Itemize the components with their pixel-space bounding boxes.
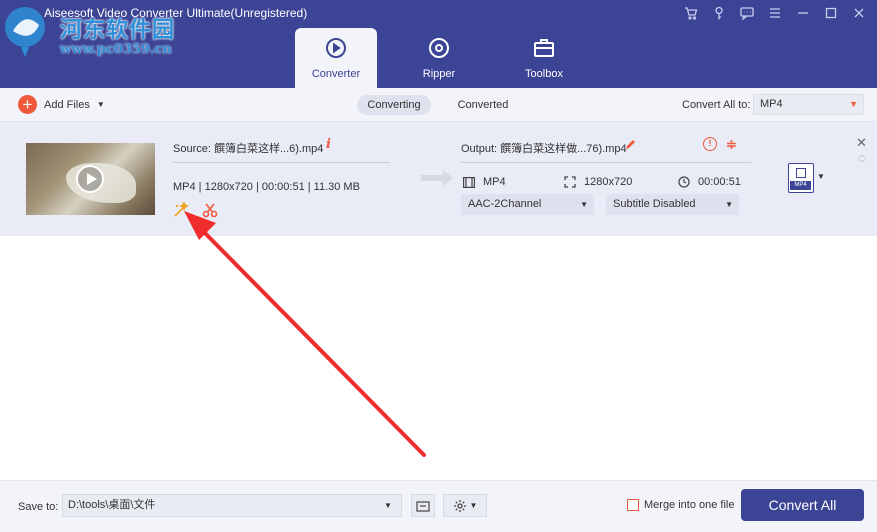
source-meta: MP4 | 1280x720 | 00:00:51 | 11.30 MB (173, 181, 360, 193)
output-format: MP4 (463, 176, 506, 188)
tab-converted[interactable]: Converted (446, 95, 520, 115)
cart-icon[interactable] (679, 4, 703, 22)
source-filename: Source: 饌簿白菜这样...6).mp4 (173, 143, 324, 155)
output-duration-value: 00:00:51 (698, 176, 741, 188)
minimize-icon[interactable] (791, 4, 815, 22)
subtitle-select[interactable]: Subtitle Disabled ▼ (606, 194, 739, 215)
merge-label[interactable]: Merge into one file (644, 499, 735, 511)
bottom-bar: Save to: D:\tools\桌面\文件 ▼ ▼ Merge into o… (0, 480, 877, 532)
convert-all-button[interactable]: Convert All (741, 489, 864, 521)
subtitle-value: Subtitle Disabled (613, 198, 696, 210)
play-icon[interactable] (76, 165, 104, 193)
clock-icon (678, 176, 690, 188)
open-folder-button[interactable] (411, 494, 435, 517)
maximize-icon[interactable] (819, 4, 843, 22)
enhance-icon[interactable] (172, 201, 190, 219)
add-files-button[interactable]: + Add Files ▼ (18, 95, 105, 114)
film-icon (463, 176, 475, 188)
film-icon (796, 168, 806, 178)
scissors-icon[interactable] (201, 201, 219, 219)
convert-all-format-value: MP4 (760, 98, 783, 110)
toolbox-icon (534, 39, 554, 57)
plus-icon: + (18, 95, 37, 114)
merge-checkbox[interactable] (627, 499, 639, 511)
tab-toolbox-label: Toolbox (525, 68, 563, 80)
edit-icon[interactable] (625, 138, 637, 150)
watermark-url: www.pc0359.cn (60, 42, 172, 57)
output-filename: Output: 饌簿白菜这样做...76).mp4 (461, 143, 627, 155)
tab-ripper-label: Ripper (422, 68, 456, 80)
chevron-down-icon: ▼ (469, 501, 478, 510)
output-resolution: 1280x720 (564, 176, 632, 188)
resolution-icon (564, 176, 576, 188)
chevron-down-icon[interactable]: ▼ (817, 172, 825, 181)
close-icon[interactable] (847, 4, 871, 22)
window-controls (679, 4, 871, 22)
disc-icon (429, 38, 449, 58)
converter-icon (326, 38, 346, 58)
arrow-right-icon (421, 170, 453, 186)
audio-track-select[interactable]: AAC-2Channel ▼ (461, 194, 594, 215)
output-format-value: MP4 (483, 176, 506, 188)
feedback-icon[interactable] (735, 4, 759, 22)
tab-converting[interactable]: Converting (357, 95, 431, 115)
video-thumbnail[interactable] (26, 143, 155, 215)
key-icon[interactable] (707, 4, 731, 22)
chevron-down-icon: ▼ (849, 99, 858, 109)
save-path-field[interactable]: D:\tools\桌面\文件 (62, 494, 402, 517)
settings-button[interactable]: ▼ (443, 494, 487, 517)
tab-converter[interactable]: Converter (295, 28, 377, 88)
save-to-label: Save to: (18, 501, 59, 513)
tab-toolbox[interactable]: Toolbox (503, 28, 585, 88)
toolbar: + Add Files ▼ Converting Converted Conve… (0, 88, 877, 122)
split-icon[interactable]: ≑ (726, 137, 737, 153)
chevron-down-icon: ▼ (725, 200, 733, 209)
audio-track-value: AAC-2Channel (468, 198, 542, 210)
output-format-badge[interactable]: MP4 (788, 163, 814, 193)
convert-all-to-label: Convert All to: (682, 99, 751, 111)
tab-converter-label: Converter (311, 68, 361, 80)
output-info-icon[interactable]: ! (703, 137, 717, 151)
info-icon[interactable]: i (326, 137, 331, 152)
chevron-down-icon[interactable]: ▼ (384, 501, 392, 510)
tab-ripper[interactable]: Ripper (398, 28, 480, 88)
output-resolution-value: 1280x720 (584, 176, 633, 188)
app-header: Aiseesoft Video Converter Ultimate(Unreg… (0, 0, 877, 88)
output-duration: 00:00:51 (678, 176, 741, 188)
gear-icon (453, 499, 466, 512)
watermark-text: 河东软件园 (60, 17, 176, 43)
chevron-down-icon[interactable]: ▼ (97, 100, 105, 109)
move-down-icon[interactable]: ﹀ (858, 158, 866, 169)
convert-all-format-select[interactable]: MP4 ▼ (753, 94, 864, 115)
folder-icon (416, 500, 430, 512)
format-badge-label: MP4 (790, 181, 811, 190)
menu-icon[interactable] (763, 4, 787, 22)
chevron-down-icon: ▼ (580, 200, 588, 209)
add-files-label: Add Files (44, 98, 90, 111)
